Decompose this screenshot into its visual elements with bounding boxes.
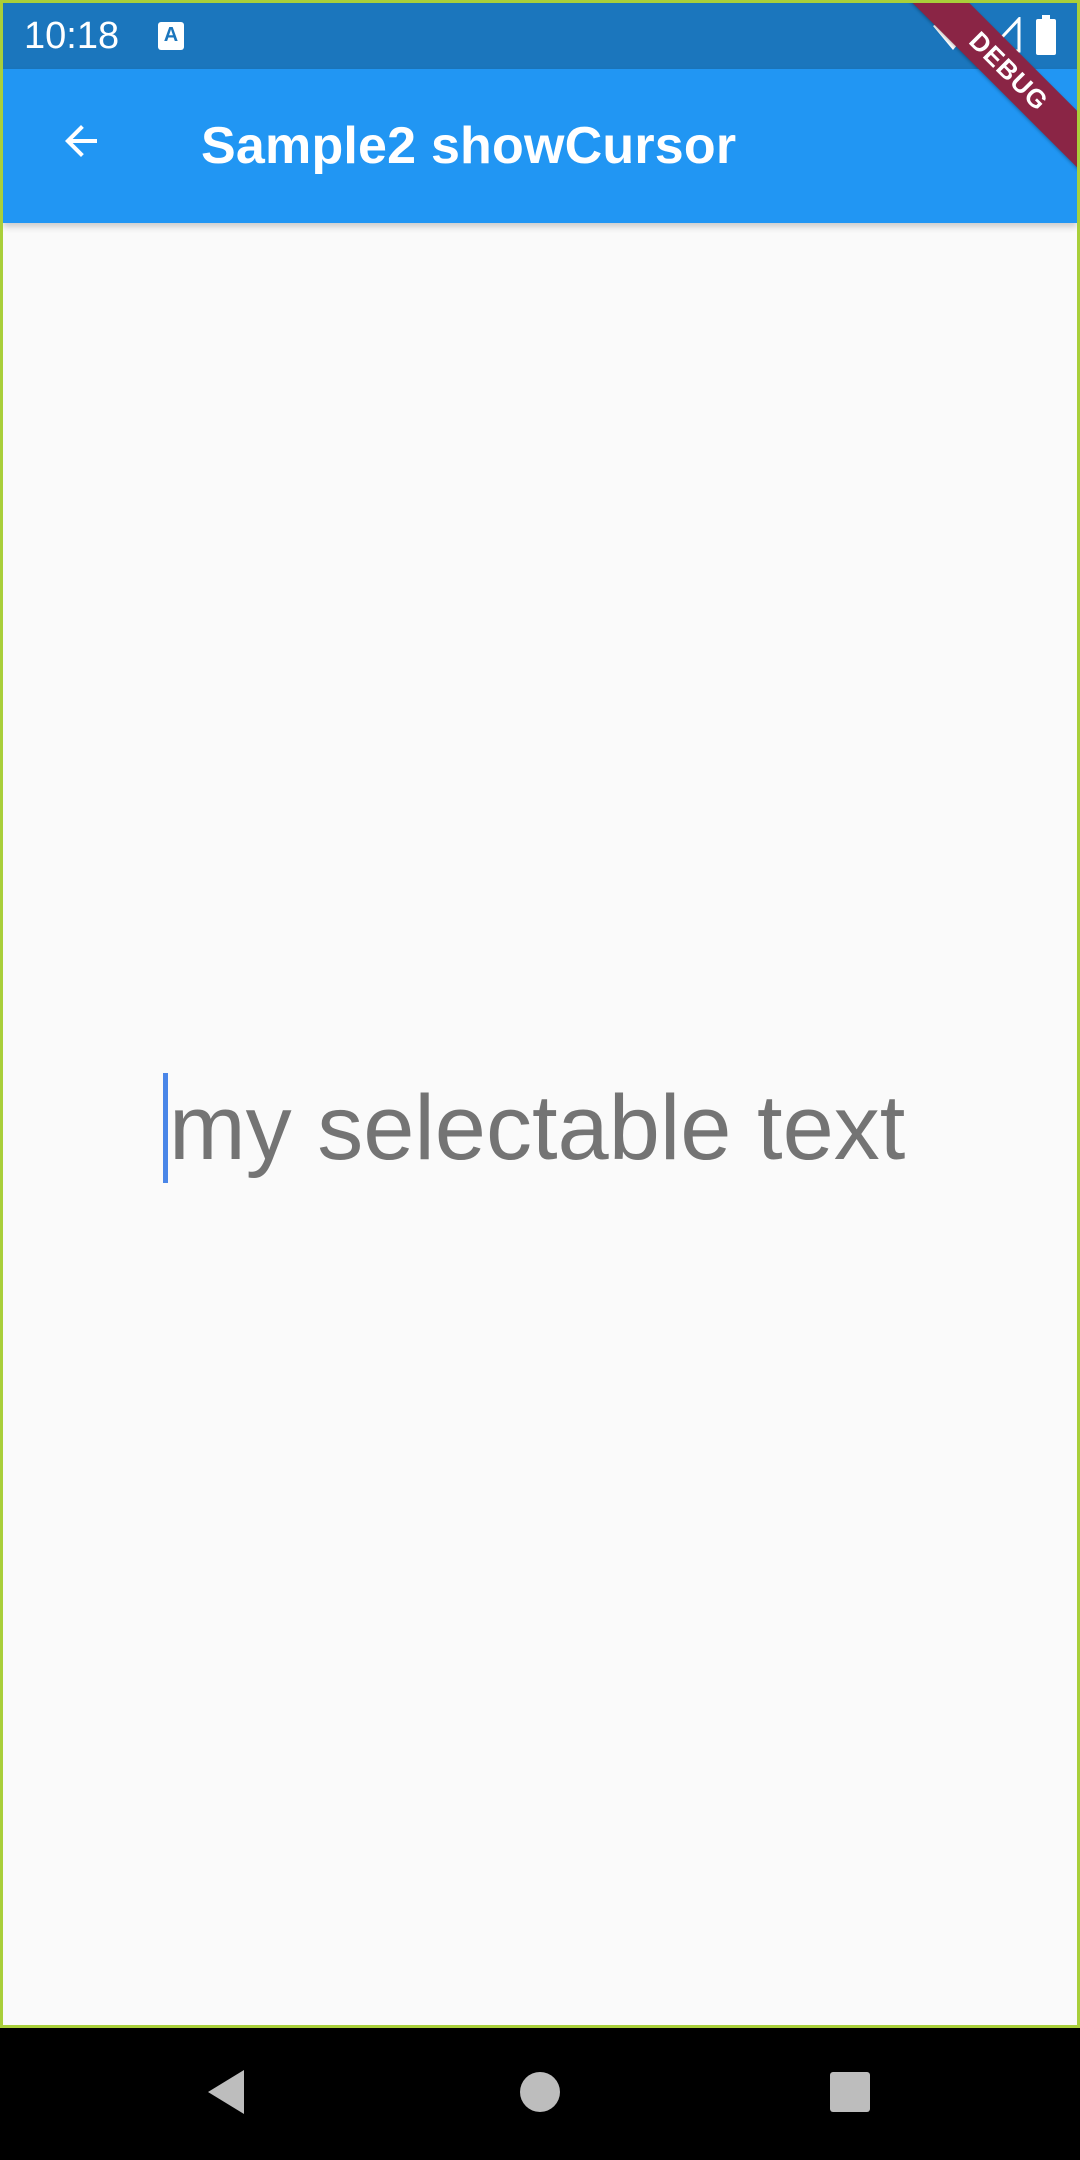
battery-icon [1035, 14, 1057, 60]
nav-back-button[interactable] [193, 2061, 259, 2127]
app-bar: Sample2 showCursor [3, 69, 1077, 223]
home-circle-icon [518, 2070, 562, 2119]
nav-home-button[interactable] [507, 2061, 573, 2127]
app-window: 10:18 A Sample2 showCursor DEBUG my sele… [0, 0, 1080, 2028]
recents-square-icon [829, 2071, 871, 2118]
back-button[interactable] [37, 99, 125, 187]
status-bar: 10:18 A [3, 3, 1077, 69]
system-nav-bar [0, 2028, 1080, 2160]
back-triangle-icon [204, 2068, 248, 2121]
nav-recents-button[interactable] [817, 2061, 883, 2127]
status-time: 10:18 [24, 15, 120, 57]
selectable-text-field[interactable]: my selectable text [163, 1073, 905, 1183]
text-cursor [163, 1073, 168, 1183]
arrow-back-icon [57, 117, 105, 170]
keyboard-notification-icon: A [158, 22, 184, 50]
page-title: Sample2 showCursor [201, 117, 737, 175]
device-screen: 10:18 A Sample2 showCursor DEBUG my sele… [0, 0, 1080, 2160]
selectable-text[interactable]: my selectable text [169, 1073, 905, 1183]
main-content: my selectable text [3, 223, 1077, 2025]
